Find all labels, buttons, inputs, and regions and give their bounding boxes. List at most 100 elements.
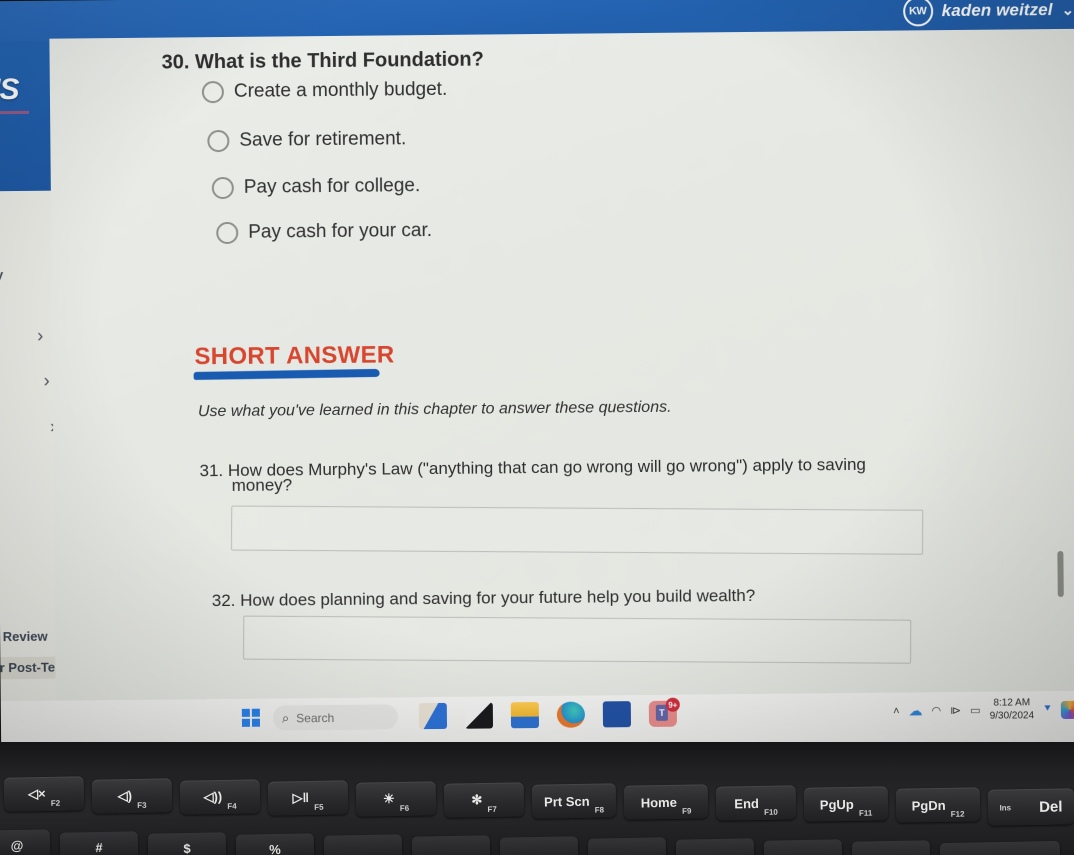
end-key-glyph: End: [734, 795, 760, 811]
page-up-key-glyph: PgUp: [819, 796, 854, 812]
brightness-up-key[interactable]: ✻ F7: [443, 782, 525, 818]
chevron-down-icon[interactable]: ⌄: [1061, 1, 1074, 19]
volume-down-key-glyph: ◁): [117, 788, 133, 804]
laptop-photo: NS E KW kaden weitzel ⌄ ey › › › › › › ⌄…: [0, 0, 1074, 855]
laptop-screen: NS E KW kaden weitzel ⌄ ey › › › › › › ⌄…: [0, 0, 1074, 762]
radio-button-icon[interactable]: [207, 129, 230, 153]
system-tray: ˄ ☁ ◠ ⧐ ▭ 8:12 AM 9/30/2024 ⯆: [893, 697, 1074, 724]
question-31-answer-input[interactable]: [230, 505, 924, 555]
dollar-key-label: $: [183, 840, 191, 855]
sidebar-cut-label: ey: [0, 267, 4, 283]
delete-key-label: Del: [1038, 797, 1063, 816]
delete-key[interactable]: Ins Del: [987, 788, 1074, 826]
onedrive-icon[interactable]: ☁: [908, 702, 922, 719]
choice-option-3[interactable]: Pay cash for college.: [211, 175, 421, 200]
play-pause-key-fn: F5: [314, 802, 324, 812]
dollar-key[interactable]: $: [147, 832, 227, 855]
choice-option-2[interactable]: Save for retirement.: [207, 128, 407, 153]
hash-key[interactable]: #: [59, 831, 139, 855]
wifi-icon[interactable]: ◠: [931, 704, 941, 717]
notifications-bell-icon[interactable]: ⯆: [1043, 703, 1052, 716]
insert-key-label: Ins: [999, 802, 1012, 813]
brightness-down-key-glyph: ☀: [382, 791, 395, 807]
volume-up-key-fn: F4: [227, 801, 237, 811]
home-key-glyph: Home: [640, 794, 678, 810]
ampersand-key[interactable]: [411, 835, 491, 855]
print-screen-key-glyph: Prt Scn: [543, 793, 590, 810]
volume-up-key[interactable]: ◁)) F4: [179, 779, 261, 815]
taskbar-app-icons: T 9+: [418, 697, 680, 730]
paren-open-key[interactable]: [587, 837, 667, 855]
widgets-weather-icon[interactable]: [418, 702, 448, 730]
account-menu[interactable]: KW kaden weitzel ⌄: [902, 0, 1074, 27]
hash-key-label: #: [95, 839, 103, 855]
question-31-line2: money?: [231, 475, 293, 495]
short-answer-heading: SHORT ANSWER: [194, 341, 395, 371]
choice-label: Create a monthly budget.: [233, 78, 448, 102]
photos-app-icon[interactable]: [602, 701, 632, 728]
clock-date: 9/30/2024: [989, 709, 1035, 722]
avatar: KW: [902, 0, 933, 27]
radio-button-icon[interactable]: [201, 81, 225, 104]
choice-label: Save for retirement.: [239, 128, 407, 151]
brightness-down-key-fn: F6: [399, 803, 410, 813]
page-down-key[interactable]: PgDn F12: [895, 787, 981, 823]
search-placeholder: Search: [296, 710, 335, 725]
volume-up-key-glyph: ◁)): [203, 788, 223, 805]
page-up-key[interactable]: PgUp F11: [803, 786, 889, 822]
clock[interactable]: 8:12 AM 9/30/2024: [989, 697, 1035, 722]
dark-app-icon[interactable]: [464, 702, 494, 729]
account-name: kaden weitzel: [941, 0, 1053, 21]
paren-close-key[interactable]: [675, 838, 755, 855]
page-up-key-fn: F11: [858, 808, 873, 818]
asterisk-key[interactable]: [499, 836, 579, 855]
mute-key[interactable]: ◁× F2: [3, 776, 85, 812]
volume-down-key-fn: F3: [137, 800, 147, 810]
end-key[interactable]: End F10: [715, 785, 797, 821]
percent-key[interactable]: %: [235, 833, 315, 855]
underscore-key[interactable]: [763, 839, 843, 855]
radio-button-icon[interactable]: [216, 221, 239, 245]
brightness-up-key-fn: F7: [487, 804, 497, 814]
home-key[interactable]: Home F9: [623, 784, 709, 820]
page-down-key-glyph: PgDn: [911, 797, 946, 813]
sidebar-item-chapter-review[interactable]: r Review: [0, 629, 48, 645]
taskbar-search-input[interactable]: ⌕ Search: [272, 704, 399, 731]
tray-overflow-icon[interactable]: ˄: [893, 705, 900, 717]
brand-logo-fragment: NS: [0, 72, 19, 107]
print-screen-key-fn: F8: [594, 805, 605, 815]
choice-label: Pay cash for your car.: [248, 220, 433, 243]
brightness-down-key[interactable]: ☀ F6: [355, 781, 437, 817]
battery-icon[interactable]: ▭: [970, 704, 981, 717]
radio-button-icon[interactable]: [211, 176, 234, 200]
laptop-keyboard-deck: ◁× F2 ◁) F3 ◁)) F4 ▷‖ F5 ☀ F6 ✻ F7 Prt S…: [0, 742, 1074, 855]
volume-down-key[interactable]: ◁) F3: [91, 778, 173, 814]
brand-logo-rule: [0, 110, 30, 115]
percent-key-label: %: [269, 841, 281, 855]
choice-option-1[interactable]: Create a monthly budget.: [201, 78, 448, 104]
play-pause-key[interactable]: ▷‖ F5: [267, 780, 349, 816]
sidebar-expander-1[interactable]: ›: [37, 326, 43, 347]
choice-option-4[interactable]: Pay cash for your car.: [216, 220, 433, 245]
teams-app-icon[interactable]: T 9+: [648, 697, 680, 727]
sidebar-expander-2[interactable]: ›: [44, 371, 50, 392]
choice-label: Pay cash for college.: [243, 175, 421, 198]
page-scrollbar-thumb[interactable]: [1057, 550, 1064, 598]
mute-key-fn: F2: [50, 798, 61, 808]
edge-browser-icon[interactable]: [556, 701, 586, 728]
start-button-icon[interactable]: [241, 708, 261, 727]
backspace-key[interactable]: [939, 840, 1061, 855]
brightness-up-key-glyph: ✻: [471, 792, 483, 808]
copilot-icon[interactable]: [1060, 700, 1074, 719]
plus-key[interactable]: [851, 840, 931, 855]
file-explorer-icon[interactable]: [510, 702, 540, 729]
question-32-answer-input[interactable]: [243, 615, 912, 664]
at-key[interactable]: @: [0, 829, 51, 855]
question-30-prompt: 30. What is the Third Foundation?: [161, 48, 484, 74]
end-key-fn: F10: [763, 807, 778, 817]
caret-key[interactable]: [323, 834, 403, 855]
mute-key-glyph: ◁×: [27, 785, 46, 802]
print-screen-key[interactable]: Prt Scn F8: [531, 783, 617, 819]
volume-muted-icon[interactable]: ⧐: [950, 704, 961, 717]
at-key-label: @: [10, 837, 24, 853]
